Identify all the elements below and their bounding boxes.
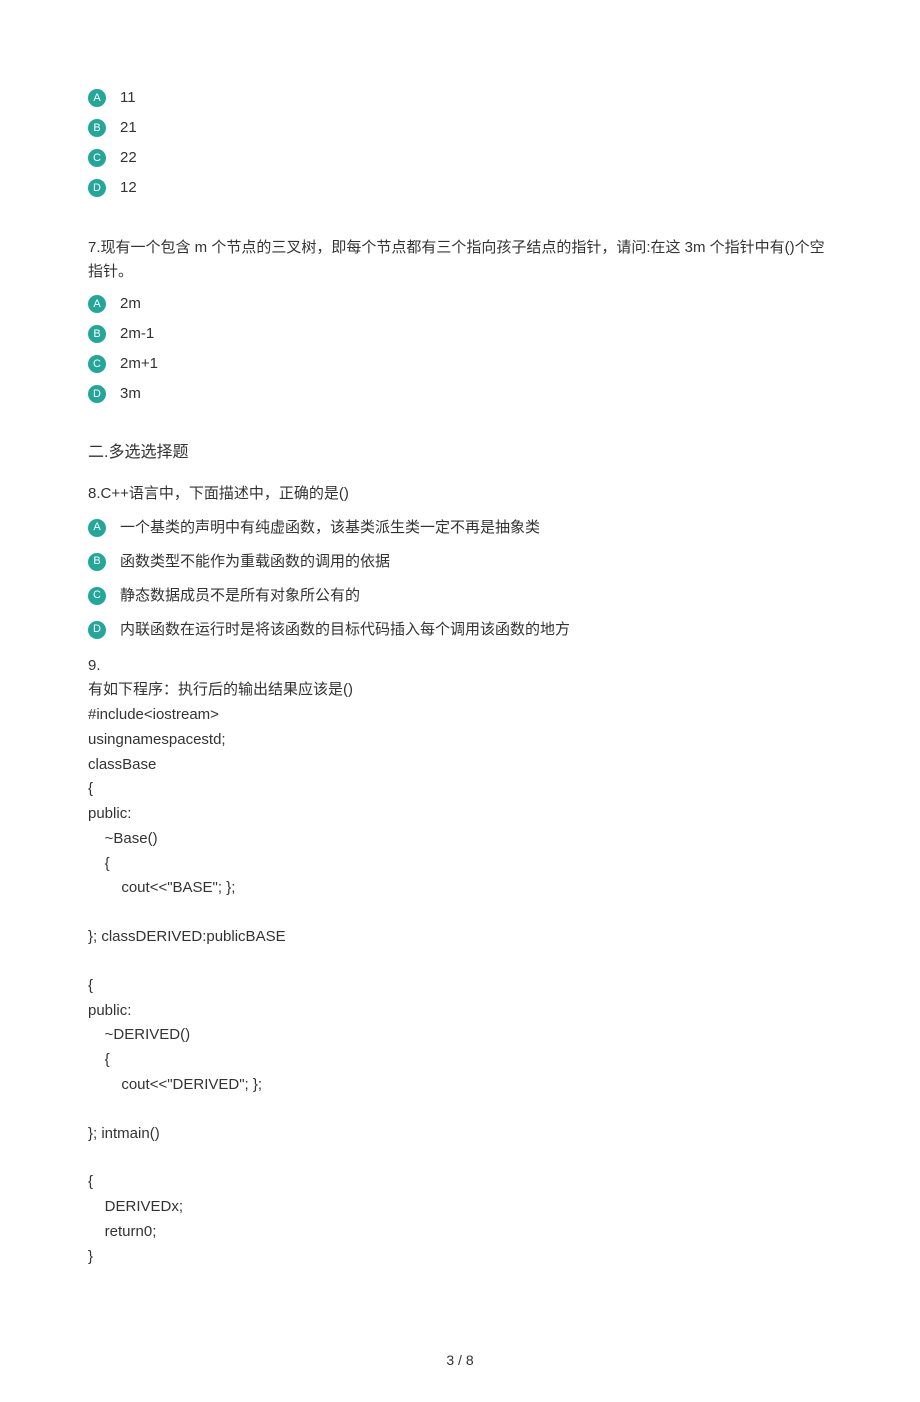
code-line: cout<<"DERIVED"; }; [88, 1073, 832, 1098]
option-row: D 12 [88, 176, 832, 200]
option-text: 2m-1 [120, 322, 154, 346]
option-marker-d: D [88, 385, 106, 403]
blank-line [88, 901, 832, 925]
option-marker-c: C [88, 149, 106, 167]
option-marker-a: A [88, 519, 106, 537]
option-marker-b: B [88, 553, 106, 571]
option-row: C 22 [88, 146, 832, 170]
page-content: A 11 B 21 C 22 D 12 7.现有一个包含 m 个节点的三叉树，即… [0, 0, 920, 1309]
option-row: B 2m-1 [88, 322, 832, 346]
option-row: C 静态数据成员不是所有对象所公有的 [88, 584, 832, 608]
option-text: 22 [120, 146, 137, 170]
option-row: B 21 [88, 116, 832, 140]
option-row: A 2m [88, 292, 832, 316]
option-text: 3m [120, 382, 141, 406]
code-line: 有如下程序：执行后的输出结果应该是() [88, 678, 832, 703]
blank-line [88, 950, 832, 974]
code-line: { [88, 852, 832, 877]
option-text: 2m [120, 292, 141, 316]
code-line: 9. [88, 654, 832, 679]
code-line: public: [88, 999, 832, 1024]
q7-options: A 2m B 2m-1 C 2m+1 D 3m [88, 292, 832, 406]
option-row: C 2m+1 [88, 352, 832, 376]
option-row: A 11 [88, 86, 832, 110]
code-line: ~Base() [88, 827, 832, 852]
option-text: 函数类型不能作为重载函数的调用的依据 [120, 550, 390, 574]
blank-line [88, 1146, 832, 1170]
option-marker-b: B [88, 325, 106, 343]
code-line: DERIVEDx; [88, 1195, 832, 1220]
code-line: }; classDERIVED:publicBASE [88, 925, 832, 950]
option-marker-d: D [88, 179, 106, 197]
option-text: 静态数据成员不是所有对象所公有的 [120, 584, 360, 608]
option-text: 2m+1 [120, 352, 158, 376]
code-line: return0; [88, 1220, 832, 1245]
code-line: #include<iostream> [88, 703, 832, 728]
option-marker-b: B [88, 119, 106, 137]
option-text: 21 [120, 116, 137, 140]
code-line: }; intmain() [88, 1122, 832, 1147]
blank-line [88, 1098, 832, 1122]
code-line: usingnamespacestd; [88, 728, 832, 753]
option-text: 内联函数在运行时是将该函数的目标代码插入每个调用该函数的地方 [120, 618, 570, 642]
q6-options: A 11 B 21 C 22 D 12 [88, 86, 832, 200]
code-line: } [88, 1245, 832, 1270]
option-row: D 内联函数在运行时是将该函数的目标代码插入每个调用该函数的地方 [88, 618, 832, 642]
option-marker-a: A [88, 89, 106, 107]
q9-block: 9. 有如下程序：执行后的输出结果应该是() #include<iostream… [88, 654, 832, 1270]
option-marker-c: C [88, 355, 106, 373]
option-text: 12 [120, 176, 137, 200]
page-number: 3 / 8 [0, 1349, 920, 1401]
option-marker-a: A [88, 295, 106, 313]
code-line: { [88, 1048, 832, 1073]
code-line: { [88, 1170, 832, 1195]
q8-prompt: 8.C++语言中，下面描述中，正确的是() [88, 482, 832, 506]
option-row: B 函数类型不能作为重载函数的调用的依据 [88, 550, 832, 574]
code-line: { [88, 777, 832, 802]
code-line: classBase [88, 753, 832, 778]
q7-prompt: 7.现有一个包含 m 个节点的三叉树，即每个节点都有三个指向孩子结点的指针，请问… [88, 236, 832, 284]
code-line: public: [88, 802, 832, 827]
option-text: 一个基类的声明中有纯虚函数，该基类派生类一定不再是抽象类 [120, 516, 540, 540]
option-text: 11 [120, 86, 136, 110]
q8-options: A 一个基类的声明中有纯虚函数，该基类派生类一定不再是抽象类 B 函数类型不能作… [88, 516, 832, 642]
code-line: { [88, 974, 832, 999]
option-row: A 一个基类的声明中有纯虚函数，该基类派生类一定不再是抽象类 [88, 516, 832, 540]
code-line: ~DERIVED() [88, 1023, 832, 1048]
option-marker-c: C [88, 587, 106, 605]
option-row: D 3m [88, 382, 832, 406]
option-marker-d: D [88, 621, 106, 639]
code-line: cout<<"BASE"; }; [88, 876, 832, 901]
section-header-multi: 二.多选选择题 [88, 440, 832, 466]
